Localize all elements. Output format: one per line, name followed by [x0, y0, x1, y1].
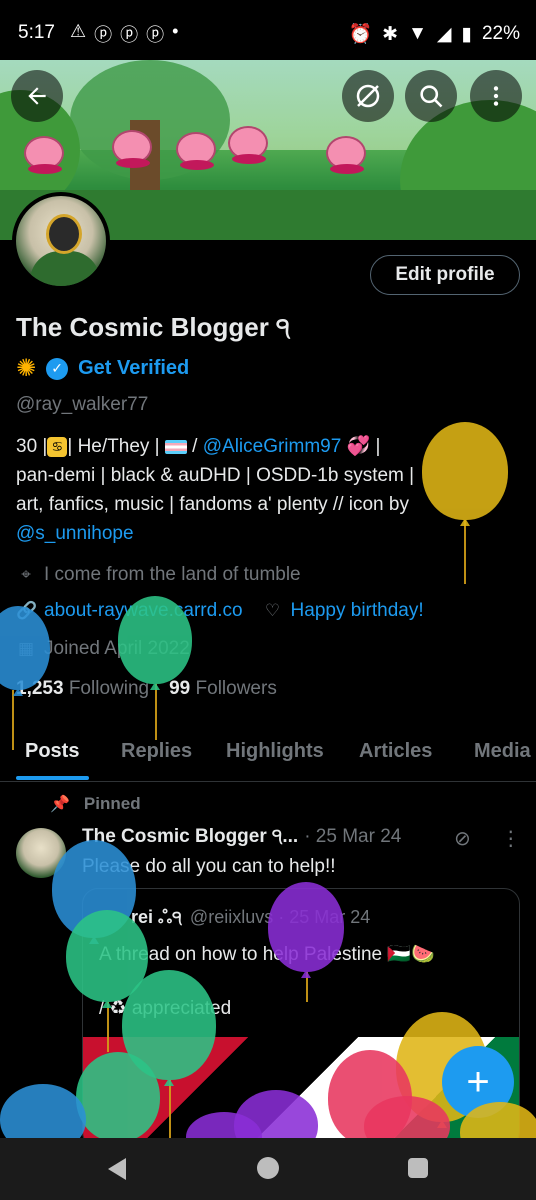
grok-icon [356, 84, 380, 108]
bio-text: 30 | [16, 436, 48, 457]
tweet-header: The Cosmic Blogger ੧... · 25 Mar 24 [82, 826, 401, 848]
get-verified-link[interactable]: Get Verified [78, 357, 189, 380]
battery-level: 22% [481, 23, 520, 44]
profile-avatar[interactable] [12, 192, 110, 290]
kirby-sprite [228, 126, 268, 164]
avatar-head [46, 214, 82, 254]
balloon-decoration [118, 596, 192, 684]
search-icon [420, 85, 443, 108]
display-name: The Cosmic Blogger ੧ [16, 312, 291, 342]
arrow-left-icon [28, 87, 46, 105]
cancer-sign-icon: ♋ [47, 436, 68, 457]
nav-recents-icon[interactable] [408, 1158, 428, 1178]
balloon-string [107, 1002, 109, 1052]
pinterest-icon: ⓟ [94, 25, 113, 45]
battery-icon: ▮ [461, 23, 472, 45]
grok-button[interactable] [342, 70, 394, 122]
balloon-string [464, 520, 466, 584]
pinterest-icon: ⓟ [120, 25, 139, 45]
tab-articles[interactable]: Articles [359, 740, 432, 763]
warning-icon: ⚠ [70, 21, 87, 41]
status-bar: 5:17 ⚠ ⓟ ⓟ ⓟ • ⏰ ✱ ▼ ◢ ▮ 22% [0, 0, 536, 60]
more-vertical-icon [493, 86, 499, 106]
location-pin-icon: ⌖ [21, 565, 31, 584]
bio-text: / [186, 436, 203, 457]
mention-link[interactable]: @s_unnihope [16, 519, 526, 548]
tab-posts[interactable]: Posts [25, 740, 79, 763]
pinterest-icon: ⓟ [146, 25, 165, 45]
following-label: Following [68, 678, 150, 699]
status-right: ⏰ ✱ ▼ ◢ ▮ 22% [348, 22, 520, 46]
nav-home-icon[interactable] [257, 1157, 279, 1179]
bluetooth-icon: ✱ [382, 23, 399, 45]
tweet-actions: ⊘ ⋮ [454, 826, 521, 851]
notification-icons: ⚠ ⓟ ⓟ ⓟ • [70, 21, 178, 47]
tweet-author[interactable]: The Cosmic Blogger ੧... [82, 826, 298, 848]
back-button[interactable] [11, 70, 63, 122]
verified-row: ✺ ✓ Get Verified [16, 354, 189, 383]
edit-profile-button[interactable]: Edit profile [370, 255, 520, 295]
balloon-string [169, 1080, 171, 1138]
followers-count: 99 [169, 678, 191, 699]
balloon-string [12, 690, 14, 750]
profile-handle: @ray_walker77 [16, 394, 149, 415]
balloon-string [155, 684, 157, 740]
balloon-decoration [422, 422, 508, 520]
pinned-indicator: 📌 Pinned [50, 794, 141, 814]
kirby-sprite [24, 136, 64, 174]
alarm-icon: ⏰ [348, 24, 373, 45]
status-time: 5:17 [18, 22, 55, 43]
bio-text: 💞 | [341, 436, 381, 457]
link-row: 🔗 about-raywave.carrd.co ♡ Happy birthda… [16, 600, 424, 622]
pinned-label: Pinned [83, 794, 141, 813]
pin-icon: 📌 [50, 796, 70, 813]
more-button[interactable] [470, 70, 522, 122]
tweet-date: · 25 Mar 24 [304, 826, 402, 847]
system-nav-bar [0, 1138, 536, 1200]
balloon-icon: ♡ [264, 601, 281, 620]
followers-label: Followers [195, 678, 277, 699]
sun-icon: ✺ [16, 355, 37, 382]
bio-text: | He/They | [67, 436, 160, 457]
tab-highlights[interactable]: Highlights [226, 740, 324, 763]
mention-link[interactable]: @AliceGrimm97 [203, 436, 342, 457]
wifi-icon: ▼ [408, 23, 427, 44]
search-button[interactable] [405, 70, 457, 122]
more-vertical-icon[interactable]: ⋮ [501, 826, 521, 851]
grok-icon[interactable]: ⊘ [454, 826, 471, 851]
kirby-sprite [112, 130, 152, 168]
quote-text: A thread on how to help Palestine 🇵🇸🍉 [99, 944, 435, 965]
trans-flag-icon [164, 439, 187, 454]
location-row: ⌖ I come from the land of tumble [16, 564, 301, 586]
location-text: I come from the land of tumble [44, 564, 301, 585]
tab-media[interactable]: Media [474, 740, 531, 763]
verified-badge-icon[interactable]: ✓ [46, 357, 69, 380]
avatar-body [30, 251, 100, 286]
profile-tabs: Posts Replies Highlights Articles Media [0, 730, 536, 782]
signal-icon: ◢ [436, 23, 452, 45]
tab-replies[interactable]: Replies [121, 740, 192, 763]
nav-back-icon[interactable] [108, 1158, 126, 1180]
kirby-sprite [176, 132, 216, 170]
dot-icon: • [172, 21, 179, 41]
balloon-decoration [268, 882, 344, 972]
active-tab-indicator [16, 776, 89, 780]
kirby-sprite [326, 136, 366, 174]
balloon-decoration [76, 1052, 160, 1142]
followers-link[interactable]: 99 Followers [169, 678, 277, 700]
birthday-link[interactable]: Happy birthday! [291, 600, 424, 622]
